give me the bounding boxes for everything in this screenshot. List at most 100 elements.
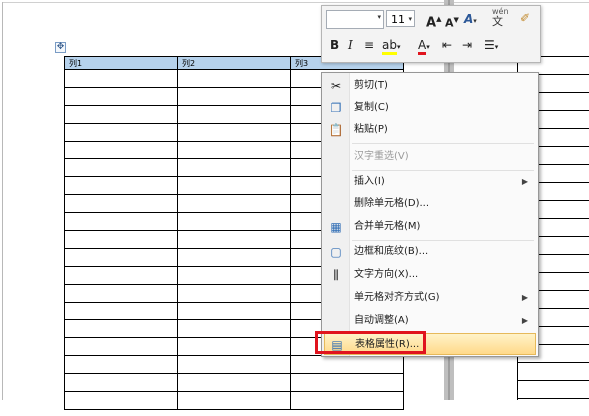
menu-item-borders-shading[interactable]: ▢ 边框和底纹(B)...: [324, 241, 536, 263]
table-cell[interactable]: [64, 283, 178, 303]
menu-item-label: 粘贴(P): [354, 124, 388, 135]
menu-item-label: 复制(C): [354, 102, 389, 113]
table-move-handle-icon[interactable]: ✥: [55, 42, 66, 53]
adjacent-table-row: [517, 380, 589, 398]
font-size-box[interactable]: 11 ▾: [386, 10, 415, 27]
italic-button[interactable]: I: [348, 37, 353, 53]
page-left-edge: [2, 2, 3, 400]
decrease-indent-icon[interactable]: ⇤: [442, 37, 452, 53]
font-name-box[interactable]: ▾: [326, 10, 384, 29]
table-cell[interactable]: [290, 391, 404, 410]
bullets-icon[interactable]: ☰▾: [484, 37, 498, 55]
menu-item-label: 汉字重选(V): [354, 151, 409, 162]
table-cell[interactable]: [177, 140, 291, 160]
table-cell[interactable]: [290, 373, 404, 393]
scissors-icon: ✂: [330, 79, 342, 93]
chevron-down-icon[interactable]: ▾: [408, 11, 412, 28]
menu-item-label: 剪切(T): [354, 80, 388, 91]
paste-icon: 📋: [328, 123, 344, 137]
table-cell[interactable]: [290, 355, 404, 375]
context-menu: ✂ 剪切(T) ❐ 复制(C) 📋 粘贴(P) 汉字重选(V) 插入(I) ▶ …: [321, 72, 539, 357]
border-icon: ▢: [330, 245, 342, 259]
table-cell[interactable]: [64, 158, 178, 178]
mini-toolbar: ▾ 11 ▾ A▲ A▼ A▾ wén 文 ✐ B I ≡ ab▾ A▾ ⇤ ⇥ …: [321, 5, 541, 63]
table-cell[interactable]: [177, 301, 291, 321]
increase-indent-icon[interactable]: ⇥: [462, 37, 472, 53]
text-effects-button[interactable]: A▾: [464, 11, 477, 29]
table-cell[interactable]: [177, 122, 291, 142]
table-cell[interactable]: [64, 373, 178, 393]
menu-item-label: 合并单元格(M): [354, 221, 421, 232]
table-cell[interactable]: [64, 391, 178, 410]
table-cell[interactable]: [64, 247, 178, 267]
table-cell[interactable]: [177, 319, 291, 339]
table-cell[interactable]: [177, 176, 291, 196]
table-row: [64, 355, 404, 375]
table-cell[interactable]: [64, 301, 178, 321]
menu-item-delete-cells[interactable]: 删除单元格(D)...: [324, 193, 536, 215]
menu-item-reconvert: 汉字重选(V): [324, 146, 536, 168]
table-cell[interactable]: [177, 69, 291, 88]
grow-font-label: A: [426, 15, 437, 31]
adjacent-table-row: [517, 398, 589, 416]
font-color-button[interactable]: A▾: [418, 37, 430, 55]
table-cell[interactable]: [64, 140, 178, 160]
menu-item-label: 单元格对齐方式(G): [354, 292, 440, 303]
submenu-arrow-icon: ▶: [521, 316, 528, 325]
format-painter-icon[interactable]: ✐: [520, 10, 530, 26]
highlight-color-button[interactable]: ab▾: [382, 37, 401, 55]
chevron-down-icon[interactable]: ▾: [377, 13, 381, 21]
table-cell[interactable]: [64, 122, 178, 142]
table-cell[interactable]: [177, 265, 291, 285]
menu-item-insert[interactable]: 插入(I) ▶: [324, 171, 536, 193]
center-align-icon[interactable]: ≡: [364, 37, 374, 53]
table-cell[interactable]: [64, 319, 178, 339]
copy-icon: ❐: [330, 101, 342, 115]
table-cell[interactable]: [177, 355, 291, 375]
table-cell[interactable]: [177, 283, 291, 303]
table-cell[interactable]: [177, 86, 291, 106]
table-cell[interactable]: [177, 391, 291, 410]
menu-item-text-direction[interactable]: ⫼ 文字方向(X)...: [324, 264, 536, 286]
menu-separator: [352, 143, 534, 144]
menu-item-paste[interactable]: 📋 粘贴(P): [324, 119, 536, 141]
table-cell[interactable]: [64, 337, 178, 357]
table-cell[interactable]: [177, 247, 291, 267]
table-cell[interactable]: [177, 158, 291, 178]
shrink-font-button[interactable]: A▼: [445, 12, 459, 32]
table-row: [64, 391, 404, 410]
table-header-cell[interactable]: 列1: [64, 56, 178, 70]
table-cell[interactable]: [64, 355, 178, 375]
table-cell[interactable]: [177, 212, 291, 232]
font-size-value: 11: [391, 13, 405, 26]
grow-font-button[interactable]: A▲: [426, 11, 441, 31]
table-header-cell[interactable]: 列2: [177, 56, 291, 70]
submenu-arrow-icon: ▶: [521, 177, 528, 186]
menu-item-label: 插入(I): [354, 176, 385, 187]
menu-item-cell-alignment[interactable]: 单元格对齐方式(G) ▶: [324, 287, 536, 309]
table-cell[interactable]: [177, 230, 291, 249]
shrink-font-label: A: [445, 16, 454, 30]
table-cell[interactable]: [64, 212, 178, 232]
table-cell[interactable]: [64, 265, 178, 285]
table-cell[interactable]: [64, 69, 178, 88]
table-cell[interactable]: [64, 230, 178, 249]
page-top-edge: [2, 2, 589, 3]
table-cell[interactable]: [64, 176, 178, 196]
adjacent-table-row: [517, 362, 589, 380]
menu-item-autofit[interactable]: 自动调整(A) ▶: [324, 310, 536, 332]
merge-cells-icon: ▦: [330, 220, 342, 234]
table-cell[interactable]: [64, 194, 178, 214]
menu-item-cut[interactable]: ✂ 剪切(T): [324, 75, 536, 97]
menu-item-label: 文字方向(X)...: [354, 269, 419, 280]
table-cell[interactable]: [64, 86, 178, 106]
menu-item-merge-cells[interactable]: ▦ 合并单元格(M): [324, 216, 536, 238]
bold-button[interactable]: B: [330, 37, 339, 53]
table-cell[interactable]: [177, 337, 291, 357]
table-cell[interactable]: [177, 373, 291, 393]
phonetic-guide-button[interactable]: wén 文: [492, 7, 509, 28]
menu-item-copy[interactable]: ❐ 复制(C): [324, 97, 536, 119]
table-cell[interactable]: [177, 194, 291, 214]
table-cell[interactable]: [64, 104, 178, 124]
table-cell[interactable]: [177, 104, 291, 124]
